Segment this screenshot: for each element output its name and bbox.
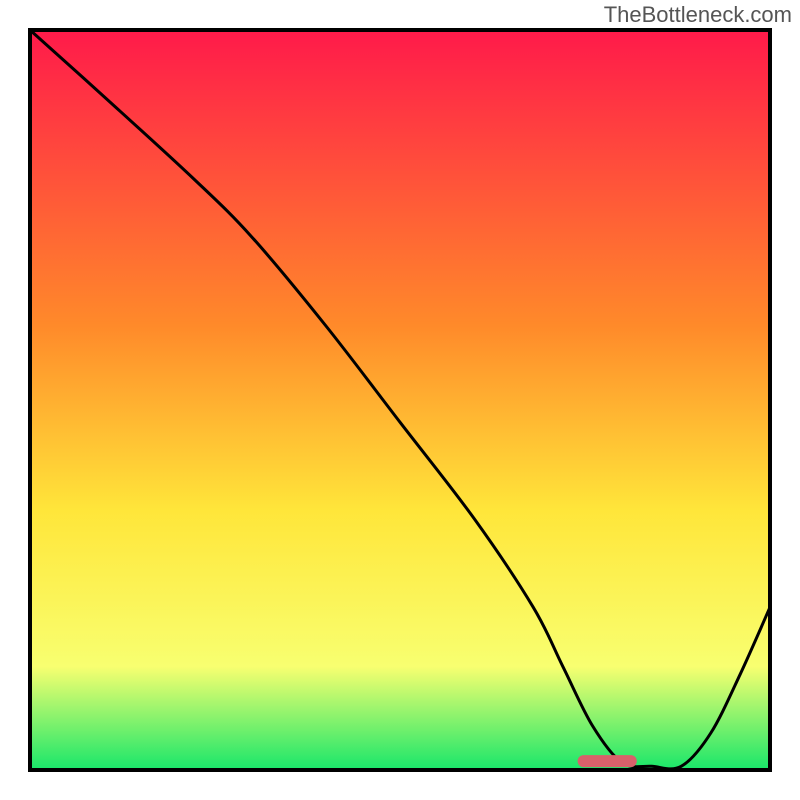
chart-svg — [0, 0, 800, 800]
watermark-text: TheBottleneck.com — [604, 2, 792, 28]
plot-background — [30, 30, 770, 770]
optimal-marker — [578, 755, 637, 767]
chart-container: { "watermark": "TheBottleneck.com", "col… — [0, 0, 800, 800]
